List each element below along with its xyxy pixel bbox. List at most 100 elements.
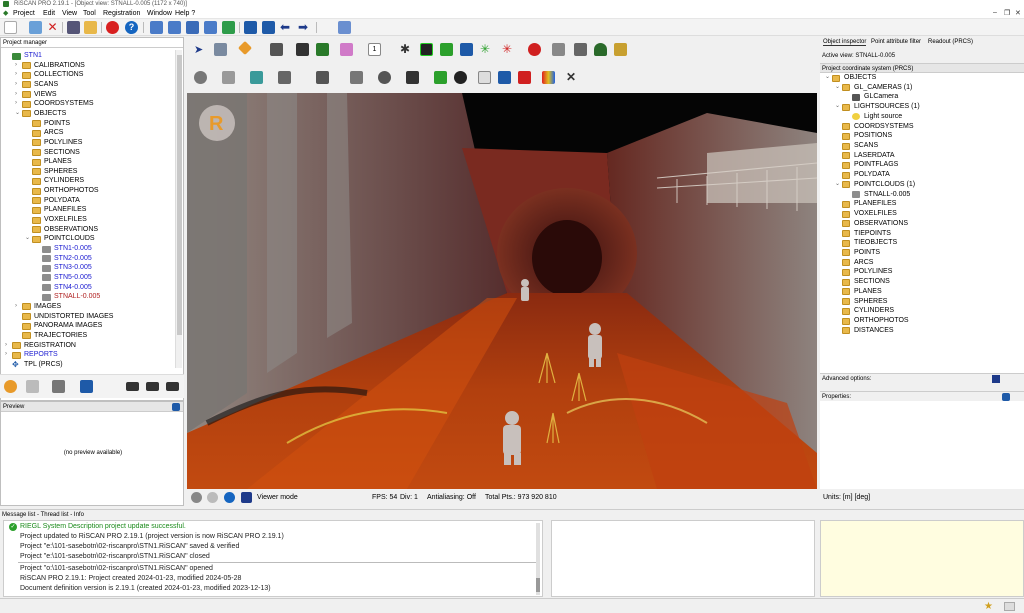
- red-sparkle-icon[interactable]: ✳: [502, 43, 515, 56]
- tree-item-images[interactable]: › IMAGES: [2, 302, 174, 312]
- menu-registration[interactable]: Registration: [103, 9, 140, 18]
- measure-icon[interactable]: [552, 43, 565, 56]
- histogram-icon[interactable]: [270, 43, 283, 56]
- tree-item-arcs[interactable]: ARCS: [2, 128, 174, 138]
- marker-icon[interactable]: [528, 43, 541, 56]
- tree-item-distances[interactable]: DISTANCES: [820, 326, 1024, 336]
- transfer-icon[interactable]: [204, 21, 217, 34]
- tree-item-scans[interactable]: SCANS: [820, 141, 1024, 151]
- tree-item-stn3-0-005[interactable]: STN3-0.005: [2, 263, 174, 273]
- restore-icon[interactable]: ❐: [1004, 9, 1010, 17]
- tree-item-sections[interactable]: SECTIONS: [820, 277, 1024, 287]
- expand-icon[interactable]: ›: [15, 302, 21, 312]
- bee-icon[interactable]: [614, 43, 627, 56]
- grid-icon[interactable]: [574, 43, 587, 56]
- tree-item-scans[interactable]: › SCANS: [2, 80, 174, 90]
- tree-item-polydata[interactable]: POLYDATA: [2, 196, 174, 206]
- tree-item-tieobjects[interactable]: TIEOBJECTS: [820, 238, 1024, 248]
- green-box-icon[interactable]: [316, 43, 329, 56]
- properties-icon[interactable]: [67, 21, 80, 34]
- tree-item-coordsystems[interactable]: COORDSYSTEMS: [820, 122, 1024, 132]
- tree-item-tpl-prcs[interactable]: ✥ TPL (PRCS): [2, 360, 174, 370]
- tree-item-stnall-0-005[interactable]: STNALL-0.005: [2, 292, 174, 302]
- delete-icon[interactable]: ✕: [46, 21, 59, 34]
- scan-import-icon[interactable]: [150, 21, 163, 34]
- rotate-icon[interactable]: [207, 492, 218, 503]
- menu-view[interactable]: View: [62, 9, 77, 18]
- properties-options-icon[interactable]: [1002, 393, 1010, 401]
- menu-window[interactable]: Window: [147, 9, 172, 18]
- tab-object-inspector[interactable]: Object inspector: [823, 39, 867, 46]
- tree-item-stn4-0-005[interactable]: STN4-0.005: [2, 283, 174, 293]
- tree-item-orthophotos[interactable]: ORTHOPHOTOS: [2, 186, 174, 196]
- folder-icon[interactable]: [84, 21, 97, 34]
- expand-icon[interactable]: ›: [15, 70, 21, 80]
- tree-item-planes[interactable]: PLANES: [2, 157, 174, 167]
- pin-icon[interactable]: [992, 375, 1000, 383]
- expand-icon[interactable]: ›: [15, 99, 21, 109]
- tree-item-observations[interactable]: OBSERVATIONS: [820, 219, 1024, 229]
- window-layout-1-icon[interactable]: [244, 21, 257, 34]
- sparkle-icon[interactable]: ✳: [480, 43, 493, 56]
- tree-item-views[interactable]: › VIEWS: [2, 90, 174, 100]
- tree-item-observations[interactable]: OBSERVATIONS: [2, 225, 174, 235]
- select-arrow-icon[interactable]: ➤: [194, 43, 207, 56]
- axes-icon[interactable]: [316, 71, 329, 84]
- expand-icon[interactable]: ›: [5, 350, 11, 360]
- align-right-icon[interactable]: [166, 382, 179, 391]
- tree-item-coordsystems[interactable]: › COORDSYSTEMS: [2, 99, 174, 109]
- collapse-icon[interactable]: ⌄: [825, 73, 830, 83]
- scan-export-icon[interactable]: [168, 21, 181, 34]
- tool-c-icon[interactable]: [52, 380, 65, 393]
- tree-item-arcs[interactable]: ARCS: [820, 258, 1024, 268]
- menu-help[interactable]: Help ?: [175, 9, 195, 18]
- collapse-icon[interactable]: ⌄: [835, 180, 840, 190]
- tree-item-gl-cameras-1[interactable]: ⌄ GL_CAMERAS (1): [820, 83, 1024, 93]
- tree-item-collections[interactable]: › COLLECTIONS: [2, 70, 174, 80]
- minimize-icon[interactable]: –: [993, 9, 997, 16]
- view-dropdown-icon[interactable]: [338, 21, 351, 34]
- tool-a-icon[interactable]: [4, 380, 17, 393]
- tree-item-stn1-0-005[interactable]: STN1-0.005: [2, 244, 174, 254]
- tree-item-orthophotos[interactable]: ORTHOPHOTOS: [820, 316, 1024, 326]
- color-mode-icon[interactable]: [237, 40, 253, 56]
- tree-item-stn2-0-005[interactable]: STN2-0.005: [2, 254, 174, 264]
- cube-view-icon[interactable]: [214, 43, 227, 56]
- collapse-icon[interactable]: ⌄: [835, 102, 840, 112]
- tab-readout[interactable]: Readout (PRCS): [928, 39, 973, 45]
- collapse-icon[interactable]: ⌄: [15, 109, 21, 119]
- status-tray-icon[interactable]: [1004, 602, 1015, 611]
- rgb-icon[interactable]: [542, 71, 555, 84]
- tree-item-trajectories[interactable]: TRAJECTORIES: [2, 331, 174, 341]
- target-icon[interactable]: [454, 71, 467, 84]
- align-center-icon[interactable]: [146, 382, 159, 391]
- green-filter-icon[interactable]: [440, 43, 453, 56]
- close-window-icon[interactable]: ✕: [1015, 9, 1021, 17]
- new-project-icon[interactable]: [4, 21, 17, 34]
- filter-icon[interactable]: [420, 43, 433, 56]
- tree-item-spheres[interactable]: SPHERES: [2, 167, 174, 177]
- menu-tool[interactable]: Tool: [83, 9, 96, 18]
- expand-icon[interactable]: ›: [15, 90, 21, 100]
- stop-icon[interactable]: [106, 21, 119, 34]
- layers-icon[interactable]: [434, 71, 447, 84]
- settings-gear-icon[interactable]: [191, 492, 202, 503]
- registration-icon[interactable]: [186, 21, 199, 34]
- tree-item-tiepoints[interactable]: TIEPOINTS: [820, 229, 1024, 239]
- tree-item-objects[interactable]: ⌄ OBJECTS: [820, 73, 1024, 83]
- save-icon[interactable]: [241, 492, 252, 503]
- tree-item-pointclouds[interactable]: ⌄ POINTCLOUDS: [2, 234, 174, 244]
- tree-scrollbar[interactable]: [175, 50, 182, 368]
- forward-arrow-icon[interactable]: ➡: [298, 21, 311, 34]
- tree-item-calibrations[interactable]: › CALIBRATIONS: [2, 61, 174, 71]
- tree-item-planes[interactable]: PLANES: [820, 287, 1024, 297]
- align-left-icon[interactable]: [126, 382, 139, 391]
- tool-b-icon[interactable]: [26, 380, 39, 393]
- tree-item-planefiles[interactable]: PLANEFILES: [2, 205, 174, 215]
- rectangle-icon[interactable]: [406, 71, 419, 84]
- tree-item-reports[interactable]: › REPORTS: [2, 350, 174, 360]
- tree-item-panorama-images[interactable]: PANORAMA IMAGES: [2, 321, 174, 331]
- tree-item-light-source[interactable]: Light source: [820, 112, 1024, 122]
- cursor-box-icon[interactable]: [278, 71, 291, 84]
- tree-icon[interactable]: [594, 43, 607, 56]
